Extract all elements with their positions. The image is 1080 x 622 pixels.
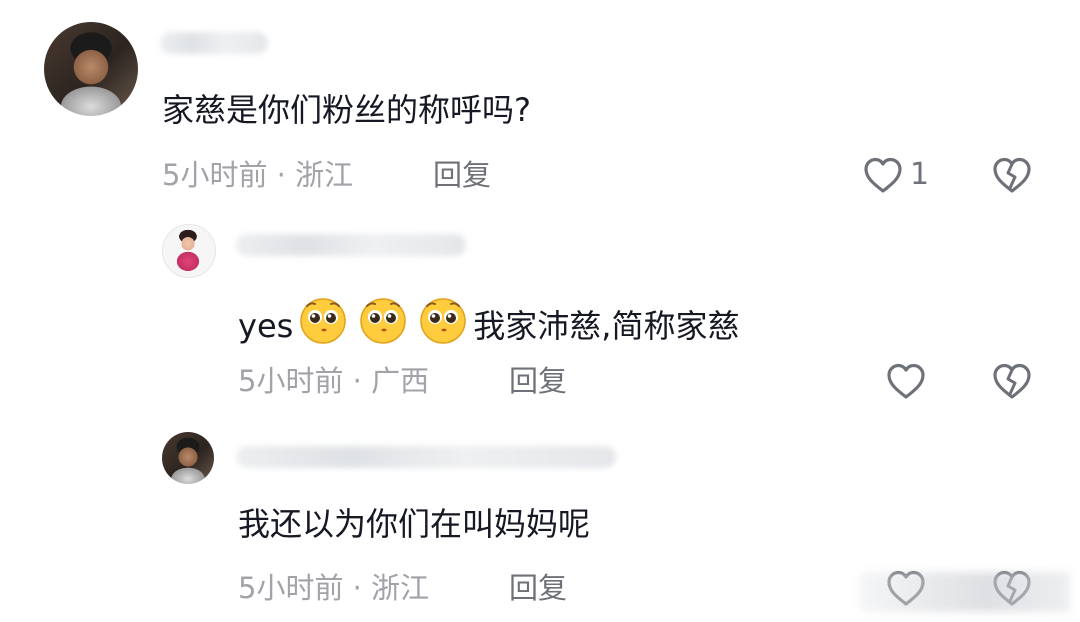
comment-meta: 5小时前 · 广西 bbox=[238, 361, 429, 401]
meta-separator: · bbox=[352, 364, 362, 398]
heart-outline-icon bbox=[885, 361, 927, 401]
comment-location: 广西 bbox=[371, 364, 430, 398]
comment-text: yes 我家沛慈,简称家慈 bbox=[238, 296, 739, 348]
comment-text-suffix: 我家沛慈,简称家慈 bbox=[473, 307, 740, 345]
comment-text-prefix: yes bbox=[238, 307, 294, 345]
like-button[interactable] bbox=[885, 361, 933, 401]
pleading-face-emoji bbox=[417, 296, 469, 346]
username-redacted[interactable] bbox=[236, 446, 616, 468]
pleading-face-emoji bbox=[357, 296, 409, 346]
username-redacted[interactable] bbox=[236, 234, 466, 256]
comment-meta: 5小时前 · 浙江 bbox=[238, 568, 429, 608]
comment-location: 浙江 bbox=[371, 571, 430, 605]
meta-separator: · bbox=[352, 571, 362, 605]
watermark-redacted bbox=[860, 572, 1070, 612]
pleading-face-emoji bbox=[297, 296, 349, 346]
comment-text: 我还以为你们在叫妈妈呢 bbox=[238, 505, 591, 543]
reply-comment-item: 我还以为你们在叫妈妈呢 5小时前 · 浙江 回复 bbox=[0, 0, 1080, 606]
reply-button[interactable]: 回复 bbox=[509, 361, 567, 401]
reply-button[interactable]: 回复 bbox=[509, 568, 567, 608]
broken-heart-icon bbox=[991, 361, 1033, 401]
comment-time: 5小时前 bbox=[238, 571, 344, 605]
avatar[interactable] bbox=[162, 432, 214, 484]
dislike-button[interactable] bbox=[991, 361, 1033, 401]
comment-time: 5小时前 bbox=[238, 364, 344, 398]
avatar[interactable] bbox=[162, 224, 216, 278]
